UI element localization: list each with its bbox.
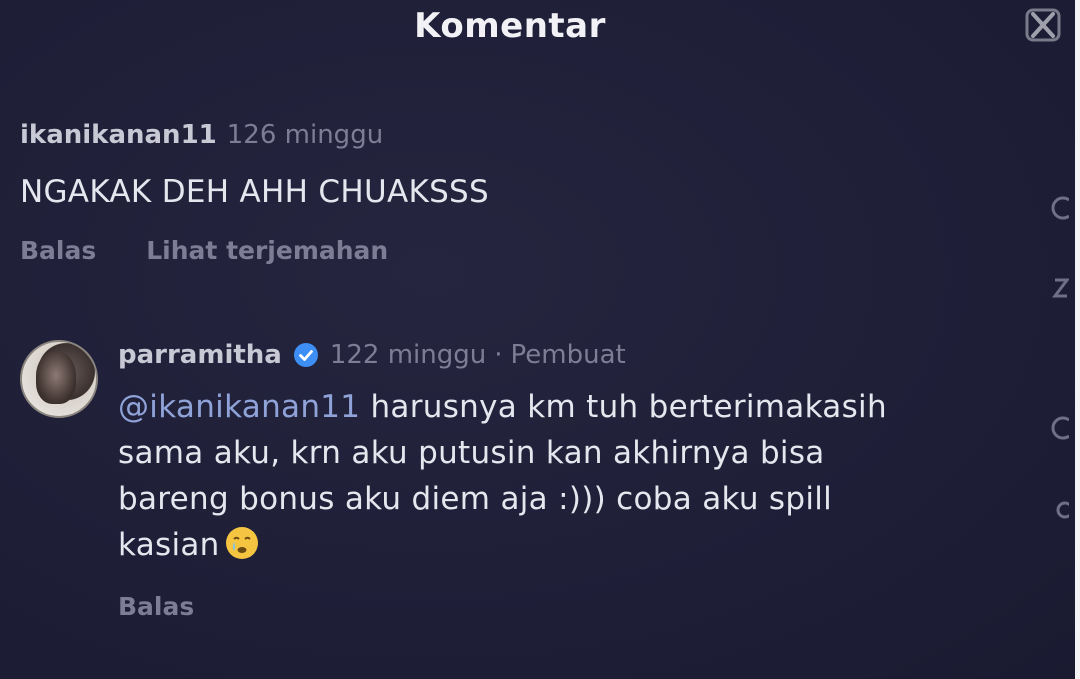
comment-text: NGAKAK DEH AHH CHUAKSSS <box>20 174 490 210</box>
screen-edge <box>1075 0 1080 679</box>
comment-username[interactable]: parramitha <box>118 340 282 370</box>
comment-meta: ikanikanan11 126 minggu <box>20 120 489 150</box>
comments-sheet: Komentar ikanikanan11 126 minggu NGAKAK … <box>0 0 1075 679</box>
mention-link[interactable]: @ikanikanan11 <box>118 389 360 425</box>
comment-item: ikanikanan11 126 minggu NGAKAK DEH AHH C… <box>20 120 489 265</box>
verified-badge-icon <box>292 341 320 369</box>
like-count-partial <box>1043 492 1069 522</box>
like-icon[interactable] <box>1043 412 1069 442</box>
meta-separator: · <box>494 340 503 370</box>
reply-button[interactable]: Balas <box>118 592 194 621</box>
like-icon[interactable] <box>1043 192 1069 222</box>
close-icon <box>1025 8 1061 42</box>
comment-text: @ikanikanan11 harusnya km tuh berterimak… <box>118 384 938 568</box>
comment-timestamp: 126 minggu <box>226 120 384 150</box>
avatar[interactable] <box>20 340 98 418</box>
comment-meta: parramitha 122 minggu · Pembuat <box>118 340 938 370</box>
reply-button[interactable]: Balas <box>20 236 96 265</box>
see-translation-button[interactable]: Lihat terjemahan <box>146 236 388 265</box>
comment-actions: Balas <box>118 592 938 621</box>
creator-badge: Pembuat <box>510 340 626 370</box>
close-button[interactable] <box>1021 0 1065 56</box>
sheet-title: Komentar <box>414 6 606 46</box>
comment-timestamp: 122 minggu <box>329 340 487 370</box>
comment-username[interactable]: ikanikanan11 <box>20 120 217 150</box>
crying-face-emoji-icon <box>225 527 258 559</box>
like-count-partial <box>1043 272 1069 302</box>
comment-actions: Balas Lihat terjemahan <box>20 236 489 265</box>
